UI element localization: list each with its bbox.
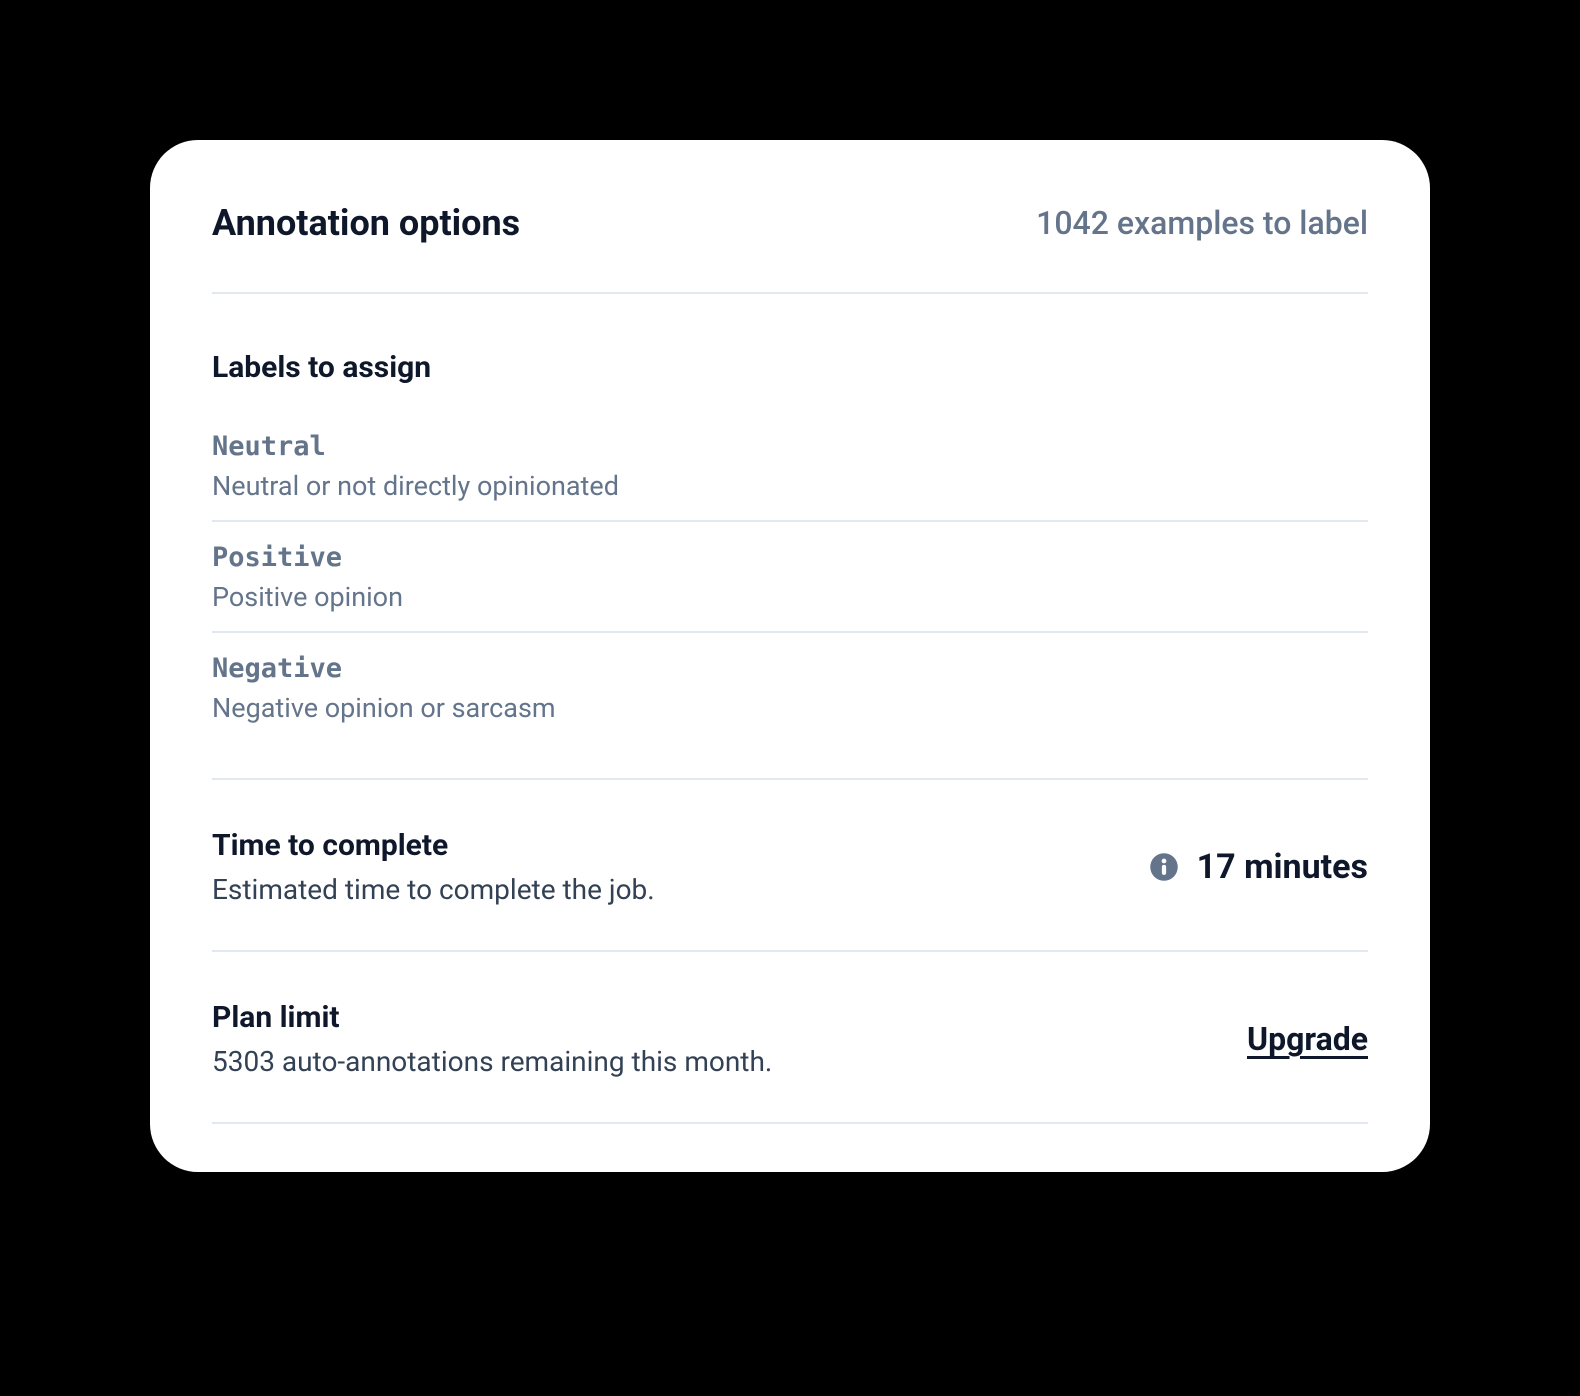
labels-list: Neutral Neutral or not directly opiniona… — [212, 411, 1368, 780]
info-icon[interactable] — [1149, 852, 1179, 882]
time-to-complete-row: Time to complete Estimated time to compl… — [212, 780, 1368, 952]
plan-subtitle: 5303 auto-annotations remaining this mon… — [212, 1045, 772, 1078]
plan-info-right: Upgrade — [1247, 1020, 1368, 1058]
label-item-negative: Negative Negative opinion or sarcasm — [212, 633, 1368, 742]
label-item-neutral: Neutral Neutral or not directly opiniona… — [212, 411, 1368, 522]
time-value: 17 minutes — [1197, 847, 1368, 887]
example-count: 1042 examples to label — [1036, 204, 1368, 242]
label-name: Positive — [212, 542, 1368, 573]
labels-heading: Labels to assign — [212, 350, 1368, 385]
card-header: Annotation options 1042 examples to labe… — [212, 202, 1368, 294]
time-info-left: Time to complete Estimated time to compl… — [212, 828, 655, 906]
upgrade-link[interactable]: Upgrade — [1247, 1020, 1368, 1058]
plan-title: Plan limit — [212, 1000, 772, 1035]
time-title: Time to complete — [212, 828, 655, 863]
annotation-options-card: Annotation options 1042 examples to labe… — [150, 140, 1430, 1172]
time-info-right: 17 minutes — [1149, 847, 1368, 887]
label-description: Negative opinion or sarcasm — [212, 692, 1368, 724]
plan-info-left: Plan limit 5303 auto-annotations remaini… — [212, 1000, 772, 1078]
label-name: Negative — [212, 653, 1368, 684]
card-title: Annotation options — [212, 202, 520, 244]
time-subtitle: Estimated time to complete the job. — [212, 873, 655, 906]
plan-limit-row: Plan limit 5303 auto-annotations remaini… — [212, 952, 1368, 1124]
label-description: Neutral or not directly opinionated — [212, 470, 1368, 502]
label-description: Positive opinion — [212, 581, 1368, 613]
label-name: Neutral — [212, 431, 1368, 462]
label-item-positive: Positive Positive opinion — [212, 522, 1368, 633]
